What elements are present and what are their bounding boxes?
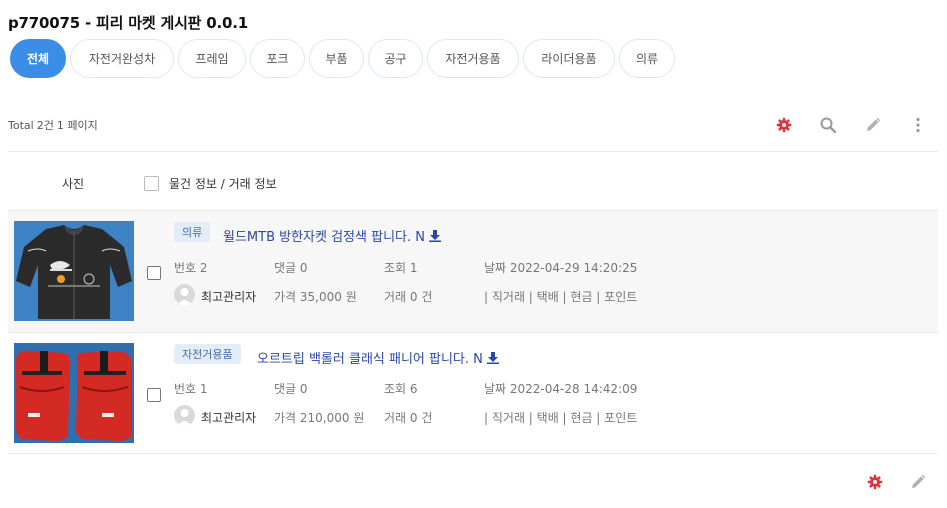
tab-frame[interactable]: 프레임 [178, 39, 246, 78]
category-badge[interactable]: 자전거용품 [174, 344, 241, 364]
trade-methods: | 직거래 | 택배 | 현금 | 포인트 [484, 411, 638, 425]
trade-methods: | 직거래 | 택배 | 현금 | 포인트 [484, 290, 638, 304]
category-badge[interactable]: 의류 [174, 222, 211, 242]
author-name[interactable]: 최고관리자 [201, 409, 256, 426]
item-title-link[interactable]: 윌드MTB 방한자켓 검정색 팝니다. N [223, 226, 441, 245]
select-all-checkbox[interactable] [144, 176, 159, 191]
info-column-header: 물건 정보 / 거래 정보 [169, 177, 277, 191]
post-number: 번호 2 [174, 261, 208, 275]
total-count: 2건 [36, 119, 54, 132]
settings-icon[interactable] [775, 116, 793, 134]
item-price: 가격 210,000 원 [274, 411, 365, 425]
post-date: 날짜 2022-04-29 14:20:25 [484, 261, 638, 275]
jacket-image [14, 221, 134, 321]
view-count: 조회 6 [384, 382, 418, 396]
list-item: 자전거용품 오르트립 백롤러 클래식 패니어 팝니다. N 번호 1 댓글 0 … [8, 333, 938, 454]
view-count: 조회 1 [384, 261, 418, 275]
page-title: p770075 - 피리 마켓 게시판 0.0.1 [8, 14, 249, 32]
pannier-image [14, 343, 134, 443]
tab-tools[interactable]: 공구 [368, 39, 423, 78]
avatar [174, 405, 195, 426]
item-checkbox[interactable] [147, 266, 161, 280]
trade-count: 거래 0 건 [384, 411, 433, 425]
pencil-icon[interactable] [909, 473, 927, 491]
tab-parts[interactable]: 부품 [309, 39, 364, 78]
total-summary: Total 2건 1 페이지 [8, 117, 101, 133]
page-indicator: 1 페이지 [56, 119, 98, 132]
item-thumbnail[interactable] [14, 221, 134, 321]
settings-icon[interactable] [866, 473, 884, 491]
list-header: 사진 물건 정보 / 거래 정보 [8, 168, 938, 196]
item-checkbox[interactable] [147, 388, 161, 402]
more-vertical-icon[interactable] [909, 116, 927, 134]
item-price: 가격 35,000 원 [274, 290, 357, 304]
divider [8, 453, 938, 454]
comment-count: 댓글 0 [274, 382, 308, 396]
avatar [174, 284, 195, 305]
post-number: 번호 1 [174, 382, 208, 396]
tab-complete-bikes[interactable]: 자전거완성차 [70, 39, 174, 78]
trade-count: 거래 0 건 [384, 290, 433, 304]
tab-all[interactable]: 전체 [10, 39, 66, 78]
pencil-icon[interactable] [864, 116, 882, 134]
photo-column-header: 사진 [62, 177, 85, 191]
download-icon [428, 229, 441, 242]
download-icon [486, 351, 499, 364]
tab-fork[interactable]: 포크 [250, 39, 305, 78]
item-title[interactable]: 오르트립 백롤러 클래식 패니어 팝니다. N [257, 348, 483, 367]
post-date: 날짜 2022-04-28 14:42:09 [484, 382, 638, 396]
comment-count: 댓글 0 [274, 261, 308, 275]
tab-bike-accessories[interactable]: 자전거용품 [427, 39, 519, 78]
author-name[interactable]: 최고관리자 [201, 288, 256, 305]
tab-rider-gear[interactable]: 라이더용품 [523, 39, 615, 78]
item-thumbnail[interactable] [14, 343, 134, 443]
item-title-link[interactable]: 오르트립 백롤러 클래식 패니어 팝니다. N [257, 348, 499, 367]
divider [8, 151, 938, 152]
user-icon [177, 409, 192, 426]
user-icon [177, 288, 192, 305]
list-item: 의류 윌드MTB 방한자켓 검정색 팝니다. N 번호 2 댓글 0 조회 1 … [8, 211, 938, 332]
tab-clothing[interactable]: 의류 [619, 39, 675, 78]
search-icon[interactable] [819, 116, 837, 134]
category-tabs: 전체 자전거완성차 프레임 포크 부품 공구 자전거용품 라이더용품 의류 [10, 39, 679, 78]
total-label: Total [8, 119, 34, 132]
item-title[interactable]: 윌드MTB 방한자켓 검정색 팝니다. N [223, 226, 425, 245]
